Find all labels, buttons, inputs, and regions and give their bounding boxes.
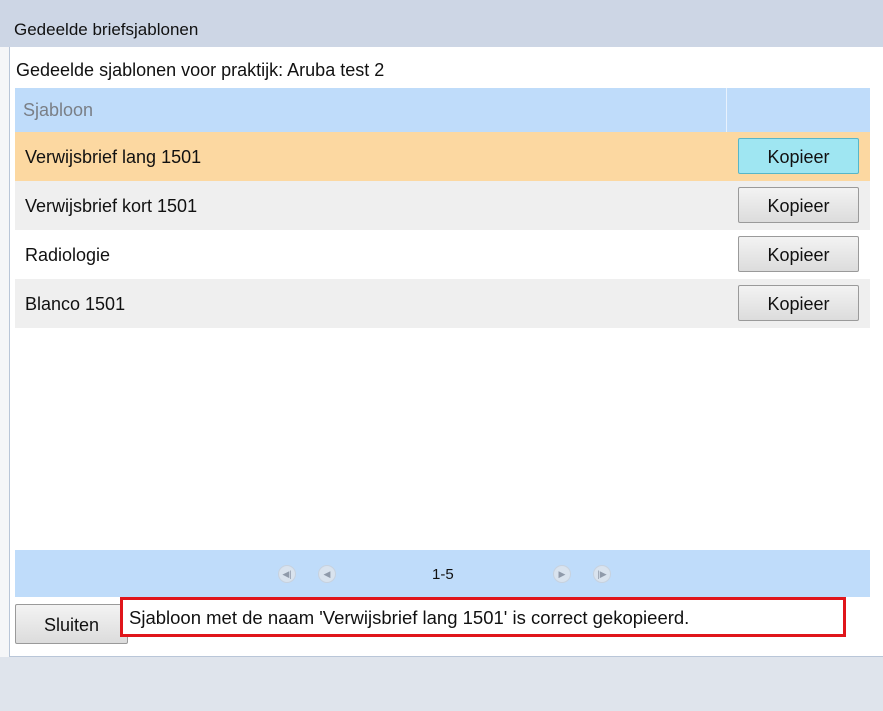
window-title: Gedeelde briefsjablonen <box>14 20 199 39</box>
window-footer <box>0 657 883 711</box>
template-name: Verwijsbrief lang 1501 <box>25 147 202 167</box>
window-titlebar: Gedeelde briefsjablonen <box>0 0 883 47</box>
template-name: Verwijsbrief kort 1501 <box>25 196 198 216</box>
page-range: 1-5 <box>432 566 454 583</box>
table-row[interactable]: Verwijsbrief kort 1501 Kopieer <box>15 181 870 230</box>
copy-button[interactable]: Kopieer <box>738 138 859 174</box>
pagination-bar: ◀| ◀ 1-5 ▶ |▶ <box>15 550 870 597</box>
table-row[interactable]: Verwijsbrief lang 1501 Kopieer <box>15 132 870 181</box>
grid-header: Sjabloon <box>15 88 870 132</box>
status-message-box: Sjabloon met de naam 'Verwijsbrief lang … <box>120 597 846 637</box>
templates-grid: Sjabloon Verwijsbrief lang 1501 Kopieer … <box>15 88 870 328</box>
last-page-icon[interactable]: |▶ <box>593 565 611 583</box>
next-page-icon[interactable]: ▶ <box>553 565 571 583</box>
column-separator <box>726 88 727 132</box>
prev-page-icon[interactable]: ◀ <box>318 565 336 583</box>
first-page-icon[interactable]: ◀| <box>278 565 296 583</box>
copy-button[interactable]: Kopieer <box>738 187 859 223</box>
table-row[interactable]: Blanco 1501 Kopieer <box>15 279 870 328</box>
template-name: Radiologie <box>25 245 111 265</box>
table-row[interactable]: Radiologie Kopieer <box>15 230 870 279</box>
practice-subtitle: Gedeelde sjablonen voor praktijk: Aruba … <box>16 60 385 80</box>
template-name: Blanco 1501 <box>25 294 126 314</box>
copy-button[interactable]: Kopieer <box>738 236 859 272</box>
status-message: Sjabloon met de naam 'Verwijsbrief lang … <box>129 607 690 628</box>
close-button[interactable]: Sluiten <box>15 604 128 644</box>
column-header-sjabloon[interactable]: Sjabloon <box>23 100 93 121</box>
copy-button[interactable]: Kopieer <box>738 285 859 321</box>
